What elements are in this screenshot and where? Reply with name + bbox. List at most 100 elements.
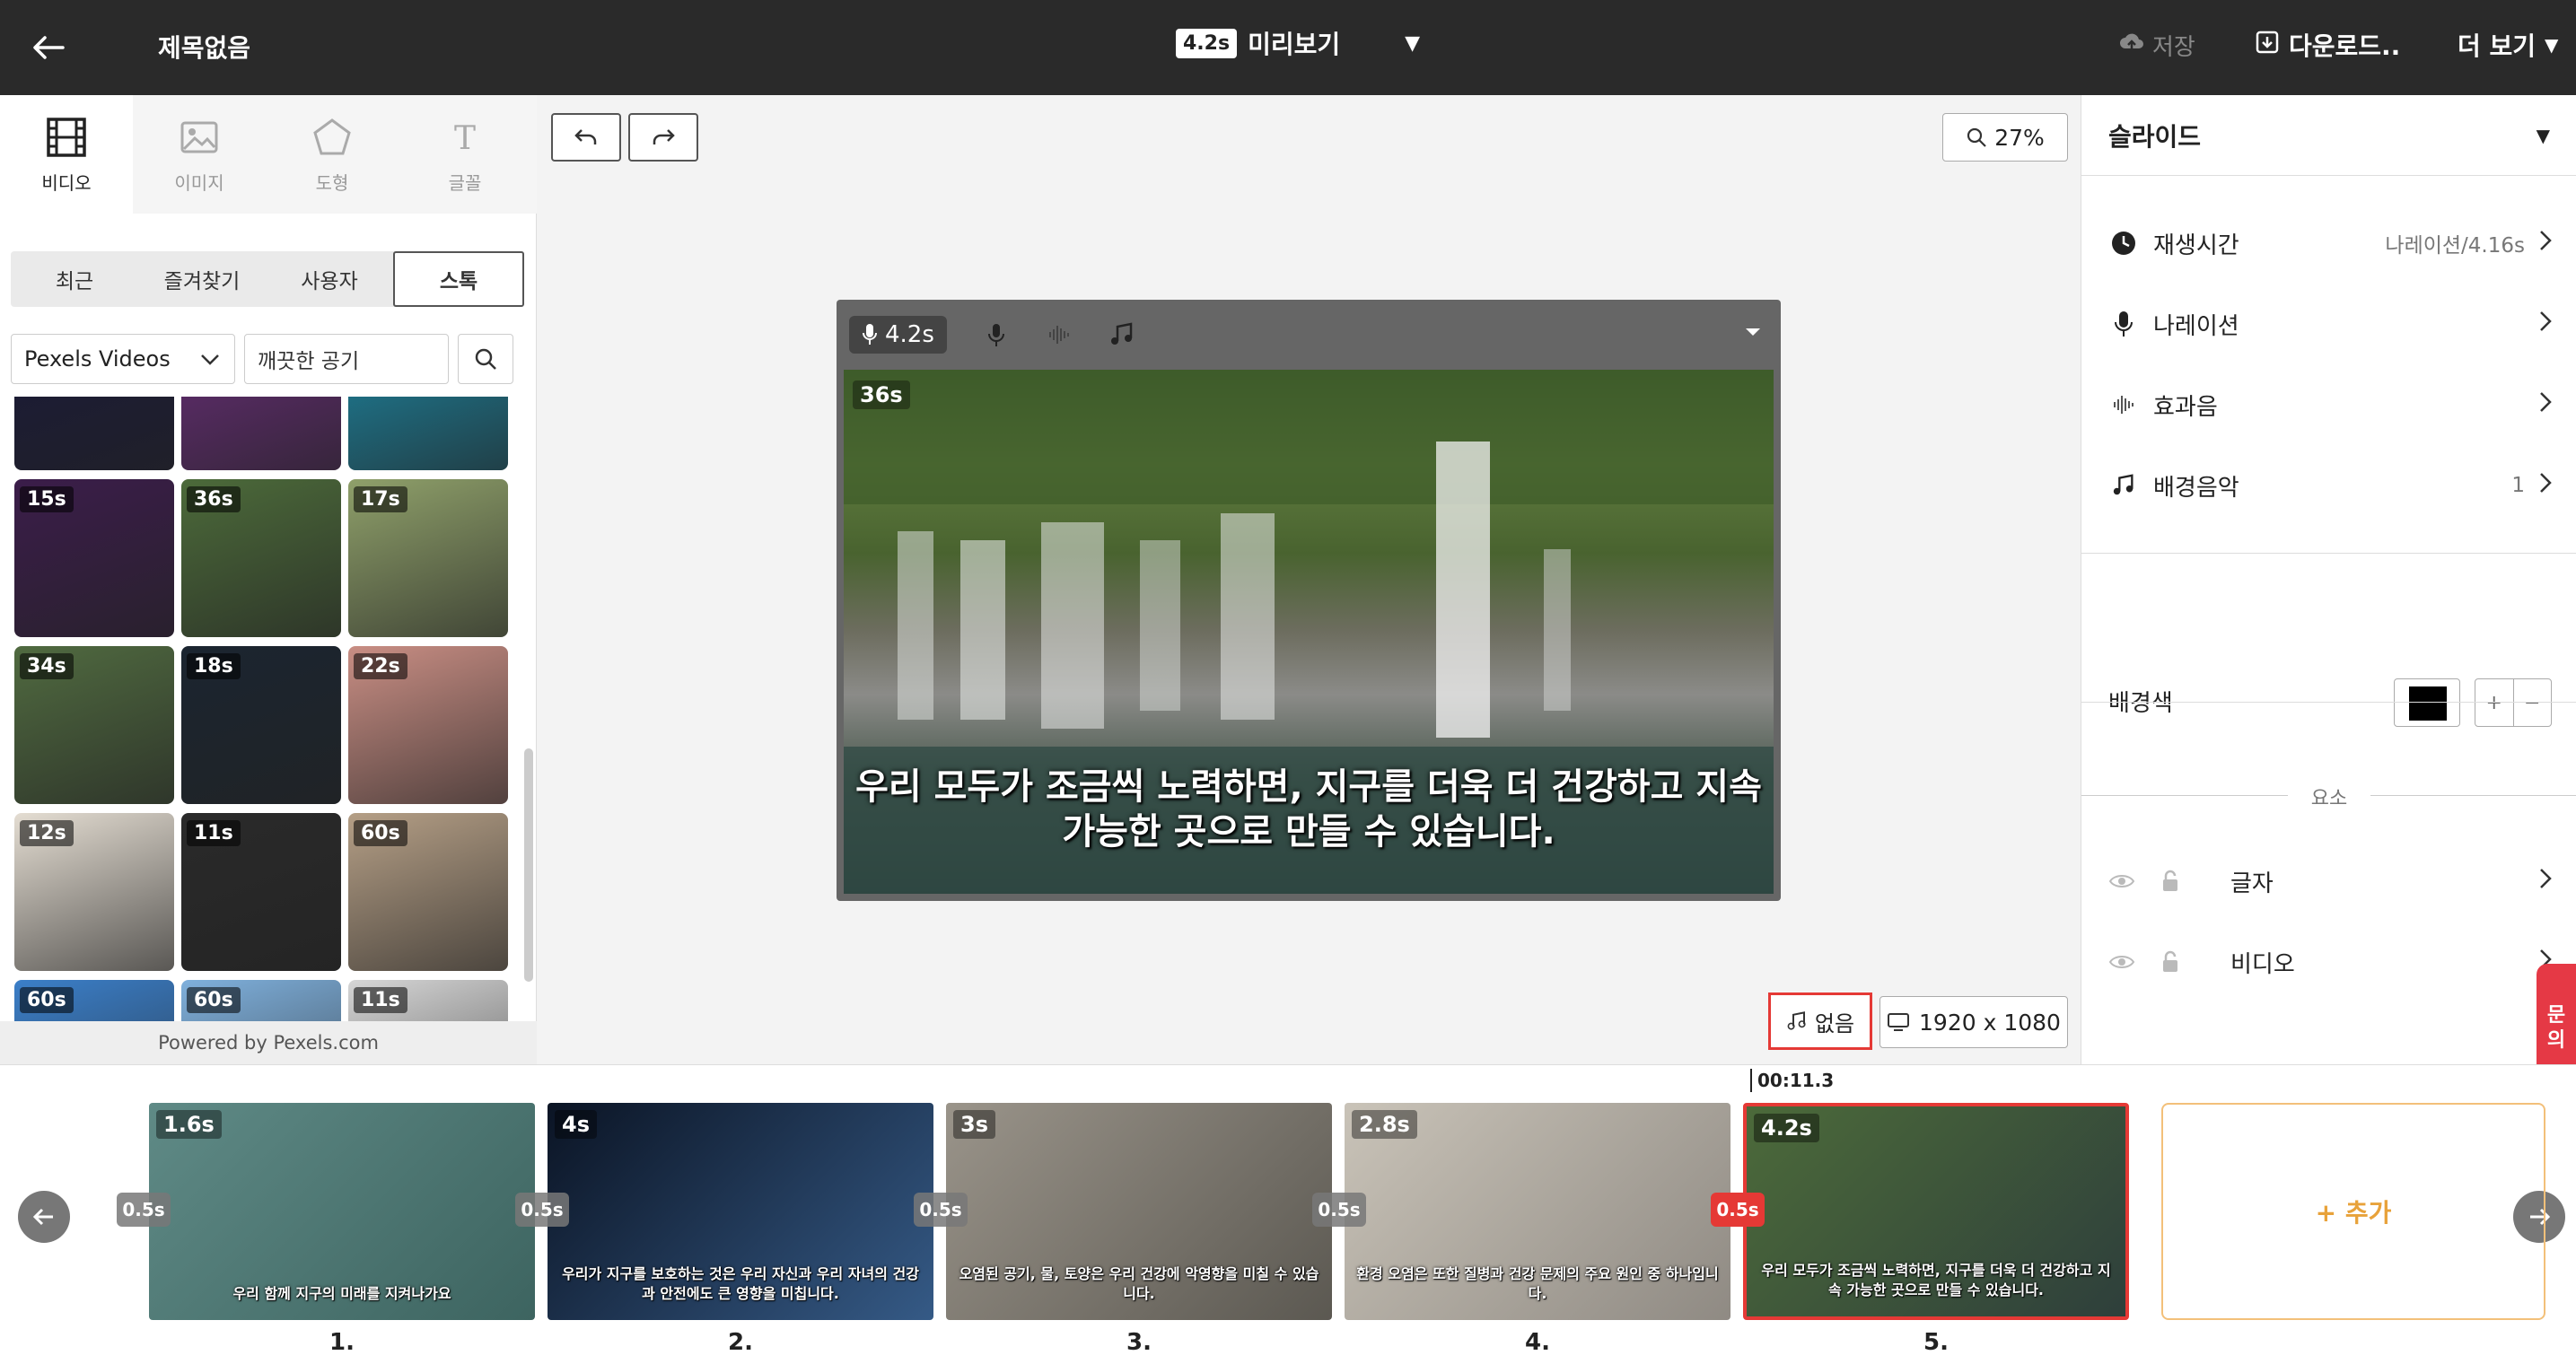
- microphone-icon[interactable]: [983, 321, 1010, 348]
- slide-properties-header[interactable]: 슬라이드 ▼: [2081, 95, 2576, 176]
- tab-font[interactable]: T 글꼴: [399, 95, 531, 214]
- video-thumbnail[interactable]: 15s: [14, 479, 174, 637]
- thumbnail-duration: 15s: [20, 486, 74, 512]
- download-label: 다운로드..: [2289, 31, 2401, 61]
- search-button[interactable]: [458, 334, 513, 384]
- video-thumbnail[interactable]: 36s: [181, 479, 341, 637]
- tab-favorites[interactable]: 즐겨찾기: [138, 251, 266, 307]
- row-sound-effect[interactable]: 효과음: [2081, 364, 2576, 445]
- back-arrow-icon[interactable]: [27, 25, 72, 70]
- playhead-time[interactable]: 00:11.3: [1750, 1069, 1834, 1092]
- tab-user[interactable]: 사용자: [266, 251, 393, 307]
- video-thumbnail[interactable]: [181, 397, 341, 470]
- eye-icon[interactable]: [2108, 868, 2135, 895]
- caret-down-icon[interactable]: [1745, 327, 1761, 337]
- bg-color-swatch[interactable]: [2394, 678, 2460, 727]
- thumbnail-duration: 11s: [187, 820, 241, 846]
- subtitle-text[interactable]: 우리 모두가 조금씩 노력하면, 지구를 더욱 더 건강하고 지속 가능한 곳으…: [844, 765, 1774, 854]
- project-title[interactable]: 제목없음: [158, 29, 250, 65]
- video-thumbnail[interactable]: 11s: [181, 813, 341, 971]
- music-note-icon: [1787, 1011, 1806, 1030]
- save-button[interactable]: 저장: [2118, 29, 2195, 62]
- thumbnail-duration: 36s: [187, 486, 241, 512]
- thumbnail-duration: 12s: [20, 820, 74, 846]
- tab-image[interactable]: 이미지: [133, 95, 266, 214]
- timeline-slide[interactable]: 4s 우리가 지구를 보호하는 것은 우리 자신과 우리 자녀의 건강과 안전에도…: [548, 1103, 933, 1320]
- slide-video-preview[interactable]: 36s 우리 모두가 조금씩 노력하면, 지구를 더욱 더 건강하고 지속 가능…: [844, 370, 1774, 894]
- tab-image-label: 이미지: [174, 171, 224, 194]
- music-note-icon[interactable]: [1108, 321, 1135, 348]
- chevron-right-icon: [2539, 868, 2552, 896]
- element-row-text[interactable]: 글자: [2081, 845, 2576, 917]
- element-row-video[interactable]: 비디오: [2081, 926, 2576, 998]
- caret-down-icon: ▼: [2545, 34, 2559, 56]
- video-thumbnail[interactable]: 18s: [181, 646, 341, 804]
- timeline-slide[interactable]: 2.8s 환경 오염은 또한 질병과 건강 문제의 주요 원인 중 하나입니다.: [1345, 1103, 1730, 1320]
- tab-video[interactable]: 비디오: [0, 95, 133, 214]
- minus-button[interactable]: −: [2514, 679, 2552, 726]
- asset-panel: 비디오 이미지 도형 T 글꼴 최근 즐겨찾기 사용자 스톡 Pexels Vi…: [0, 95, 537, 1115]
- resolution-button[interactable]: 1920 x 1080: [1879, 996, 2068, 1048]
- more-label: 더 보기: [2458, 31, 2537, 61]
- tab-recent[interactable]: 최근: [11, 251, 138, 307]
- row-duration[interactable]: 재생시간 나레이션/4.16s: [2081, 203, 2576, 284]
- add-slide-button[interactable]: + 추가: [2161, 1103, 2545, 1320]
- transition-badge[interactable]: 0.5s: [515, 1193, 569, 1227]
- row-background-music[interactable]: 배경음악 1: [2081, 445, 2576, 526]
- scrollbar[interactable]: [524, 748, 533, 982]
- lock-icon[interactable]: [2157, 868, 2184, 895]
- timeline-slide[interactable]: 1.6s 우리 함께 지구의 미래를 지켜나가요: [149, 1103, 535, 1320]
- slide-number: 3.: [1126, 1329, 1152, 1356]
- stage-toolbar: 4.2s: [837, 300, 1781, 370]
- preview-button[interactable]: 4.2s 미리보기 ▼: [1176, 25, 1420, 61]
- video-thumbnail[interactable]: [348, 397, 508, 470]
- video-thumbnail[interactable]: 60s: [348, 813, 508, 971]
- background-music-button[interactable]: 없음: [1768, 992, 1872, 1050]
- timeline-slide[interactable]: 3s 오염된 공기, 물, 토양은 우리 건강에 악영향을 미칠 수 있습니다.: [946, 1103, 1332, 1320]
- slide-duration: 4.2s: [1754, 1114, 1819, 1142]
- download-button[interactable]: 다운로드..: [2255, 27, 2400, 63]
- slide-number: 4.: [1525, 1329, 1550, 1356]
- clock-icon: [2108, 228, 2139, 258]
- provider-select[interactable]: Pexels Videos: [11, 334, 235, 384]
- video-thumbnail[interactable]: 22s: [348, 646, 508, 804]
- search-row: Pexels Videos: [11, 334, 513, 384]
- more-button[interactable]: 더 보기 ▼: [2458, 27, 2558, 63]
- transition-badge[interactable]: 0.5s: [914, 1193, 968, 1227]
- waveform-icon[interactable]: [1046, 321, 1073, 348]
- transition-badge[interactable]: 0.5s: [117, 1193, 171, 1227]
- thumbnail-duration: 18s: [187, 653, 241, 679]
- search-icon: [475, 348, 496, 370]
- video-thumbnail[interactable]: 17s: [348, 479, 508, 637]
- plus-button[interactable]: +: [2475, 679, 2514, 726]
- timeline-prev-button[interactable]: [18, 1191, 70, 1243]
- download-icon: [2255, 30, 2280, 61]
- slide-number: 2.: [728, 1329, 753, 1356]
- zoom-button[interactable]: 27%: [1942, 113, 2068, 162]
- transition-badge[interactable]: 0.5s: [1711, 1193, 1765, 1227]
- video-thumbnail[interactable]: 12s: [14, 813, 174, 971]
- transition-badge[interactable]: 0.5s: [1312, 1193, 1366, 1227]
- redo-button[interactable]: [628, 113, 698, 162]
- chevron-right-icon: [2539, 472, 2552, 500]
- eye-icon[interactable]: [2108, 949, 2135, 975]
- slide-caption: 오염된 공기, 물, 토양은 우리 건강에 악영향을 미칠 수 있습니다.: [959, 1265, 1319, 1302]
- row-narration[interactable]: 나레이션: [2081, 284, 2576, 364]
- lock-icon[interactable]: [2157, 949, 2184, 975]
- undo-button[interactable]: [551, 113, 621, 162]
- slide-timeline: 00:11.3 + 추가 1.6s 우리 함께 지구의 미래를 지켜나가요 1. 0.…: [0, 1064, 2576, 1364]
- tab-stock[interactable]: 스톡: [393, 251, 524, 307]
- chevron-right-icon: [2539, 230, 2552, 258]
- search-input[interactable]: [244, 334, 449, 384]
- preview-label: 미리보기: [1248, 30, 1341, 59]
- timeline-slide[interactable]: 4.2s 우리 모두가 조금씩 노력하면, 지구를 더욱 더 건강하고 지속 가능…: [1743, 1103, 2129, 1320]
- thumbnail-duration: 60s: [187, 987, 241, 1013]
- tab-shape[interactable]: 도형: [266, 95, 399, 214]
- video-thumbnail[interactable]: [14, 397, 174, 470]
- caret-down-icon[interactable]: ▼: [1405, 32, 1420, 55]
- slide-duration: 4s: [555, 1110, 597, 1139]
- slide-duration-badge[interactable]: 4.2s: [849, 316, 947, 354]
- slide-duration: 2.8s: [1352, 1110, 1417, 1139]
- tab-video-label: 비디오: [41, 171, 92, 194]
- video-thumbnail[interactable]: 34s: [14, 646, 174, 804]
